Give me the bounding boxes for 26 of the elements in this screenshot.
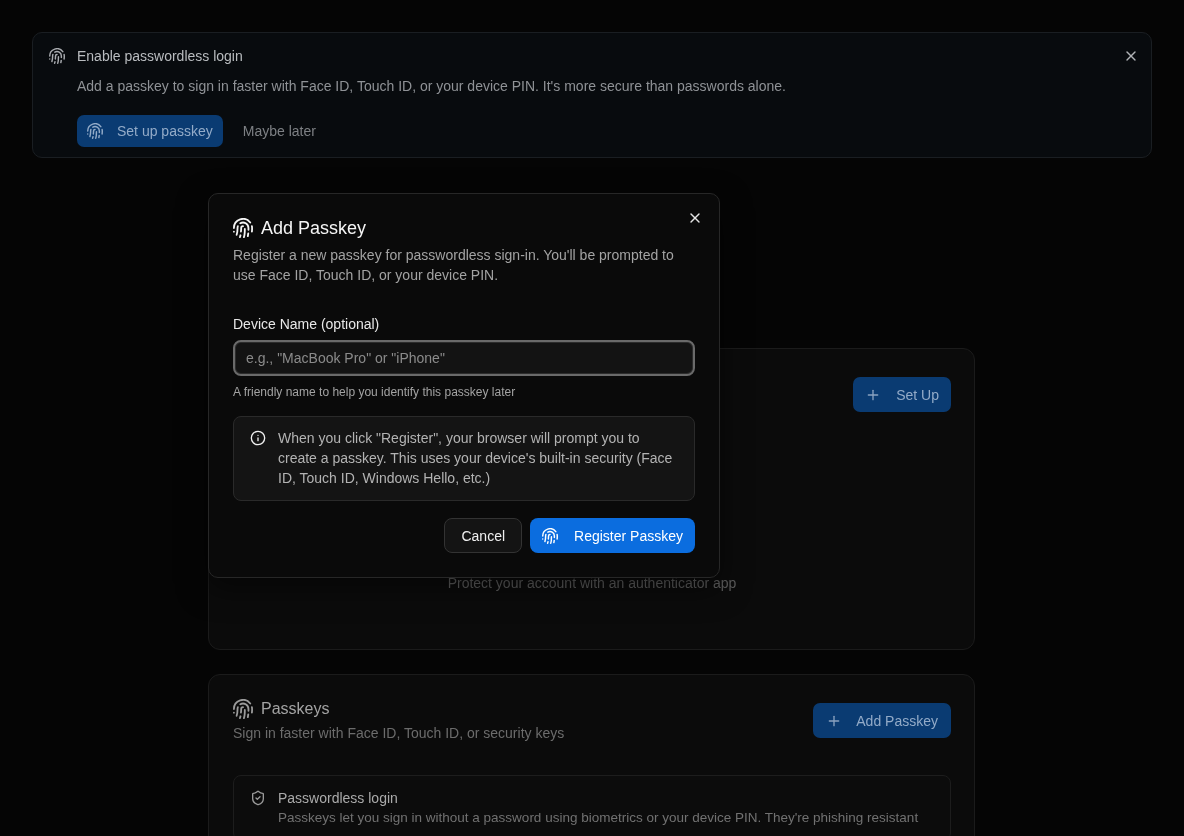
register-passkey-button[interactable]: Register Passkey [530, 518, 695, 553]
device-name-input[interactable]: e.g., "MacBook Pro" or "iPhone" [233, 340, 695, 376]
notice-title: Passwordless login [278, 789, 399, 808]
shield-check-icon [250, 790, 266, 806]
set-up-button[interactable]: Set Up [853, 377, 951, 412]
maybe-later-button[interactable]: Maybe later [234, 115, 324, 147]
cancel-button[interactable]: Cancel [444, 518, 523, 553]
fingerprint-icon [233, 699, 253, 719]
info-icon [250, 430, 266, 446]
banner-message: Add a passkey to sign in faster with Face ID, Touch ID, or your device PIN. It's more secure than passwords alone. [77, 77, 787, 96]
field-label: Device Name (optional) [233, 315, 381, 334]
card-subtitle: Sign in faster with Face ID, Touch ID, or security keys [233, 724, 565, 743]
dialog-title: Add Passkey [261, 218, 367, 238]
fingerprint-icon [49, 48, 65, 64]
card-title: Passkeys [261, 699, 330, 719]
empty-state-caption: Protect your account with an authenticator app [446, 574, 738, 593]
fingerprint-icon [233, 218, 253, 238]
field-hint: A friendly name to help you identify this passkey later [233, 384, 517, 400]
add-passkey-button[interactable]: Add Passkey [813, 703, 951, 738]
setup-passkey-button[interactable]: Set up passkey [77, 115, 223, 147]
info-text: When you click "Register", your browser will prompt you to create a passkey. This uses your device's built-in security (Face ID, Touch ID, Windows Hello, etc.) [278, 429, 674, 488]
fingerprint-icon [87, 123, 103, 139]
banner-title: Enable passwordless login [77, 47, 244, 65]
dialog-description: Register a new passkey for passwordless sign-in. You'll be prompted to use Face ID, Touch ID, or your device PIN. [233, 246, 675, 285]
fingerprint-icon [542, 527, 559, 544]
notice-text: Passkeys let you sign in without a password using biometrics or your device PIN. They're phishing resistant [278, 809, 919, 827]
